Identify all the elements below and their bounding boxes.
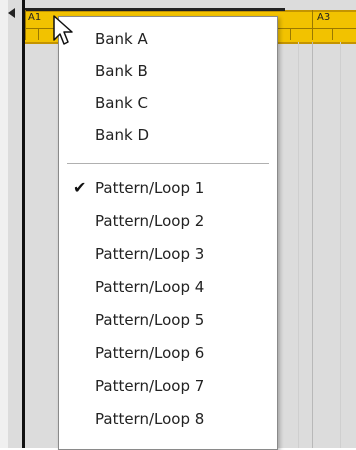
menu-item-bank-b[interactable]: Bank B (59, 56, 277, 86)
menu-item-label: Pattern/Loop 5 (95, 311, 205, 329)
grid-line (312, 42, 313, 448)
menu-item-label: Bank D (95, 126, 149, 144)
menu-item-label: Pattern/Loop 6 (95, 344, 205, 362)
ruler-label-a3: A3 (317, 12, 331, 23)
menu-separator (67, 163, 269, 164)
menu-item-pattern-1[interactable]: ✔ Pattern/Loop 1 (59, 173, 277, 203)
ruler-cell (25, 10, 26, 40)
ruler-subdivision (290, 28, 291, 40)
menu-item-bank-c[interactable]: Bank C (59, 88, 277, 118)
menu-item-label: Pattern/Loop 4 (95, 278, 205, 296)
menu-item-label: Pattern/Loop 3 (95, 245, 205, 263)
mouse-cursor-icon (53, 15, 73, 45)
checkmark-icon: ✔ (73, 178, 87, 197)
ruler-loop-bar (25, 8, 285, 11)
menu-item-pattern-4[interactable]: Pattern/Loop 4 (59, 272, 277, 302)
menu-item-label: Pattern/Loop 2 (95, 212, 205, 230)
menu-item-pattern-7[interactable]: Pattern/Loop 7 (59, 371, 277, 401)
menu-item-bank-a[interactable]: Bank A (59, 24, 277, 54)
menu-item-label: Bank C (95, 94, 148, 112)
menu-item-pattern-3[interactable]: Pattern/Loop 3 (59, 239, 277, 269)
menu-item-label: Pattern/Loop 1 (95, 179, 205, 197)
menu-item-label: Bank B (95, 62, 148, 80)
grid-line (340, 42, 341, 448)
menu-item-bank-d[interactable]: Bank D (59, 120, 277, 150)
menu-item-label: Pattern/Loop 8 (95, 410, 205, 428)
ruler-cell (312, 10, 313, 40)
menu-item-label: Bank A (95, 30, 148, 48)
song-position-line[interactable] (22, 0, 25, 448)
pattern-select-menu: Bank A Bank B Bank C Bank D ✔ Pattern/Lo… (58, 16, 278, 450)
left-margin-strip (0, 0, 8, 448)
scroll-left-arrow-icon[interactable] (8, 8, 15, 18)
menu-item-pattern-2[interactable]: Pattern/Loop 2 (59, 206, 277, 236)
menu-item-pattern-5[interactable]: Pattern/Loop 5 (59, 305, 277, 335)
menu-item-label: Pattern/Loop 7 (95, 377, 205, 395)
ruler-subdivision (38, 28, 39, 40)
ruler-subdivision (332, 28, 333, 40)
ruler-label-a1: A1 (28, 12, 42, 23)
menu-item-pattern-8[interactable]: Pattern/Loop 8 (59, 404, 277, 434)
menu-item-pattern-6[interactable]: Pattern/Loop 6 (59, 338, 277, 368)
grid-line (298, 42, 299, 448)
